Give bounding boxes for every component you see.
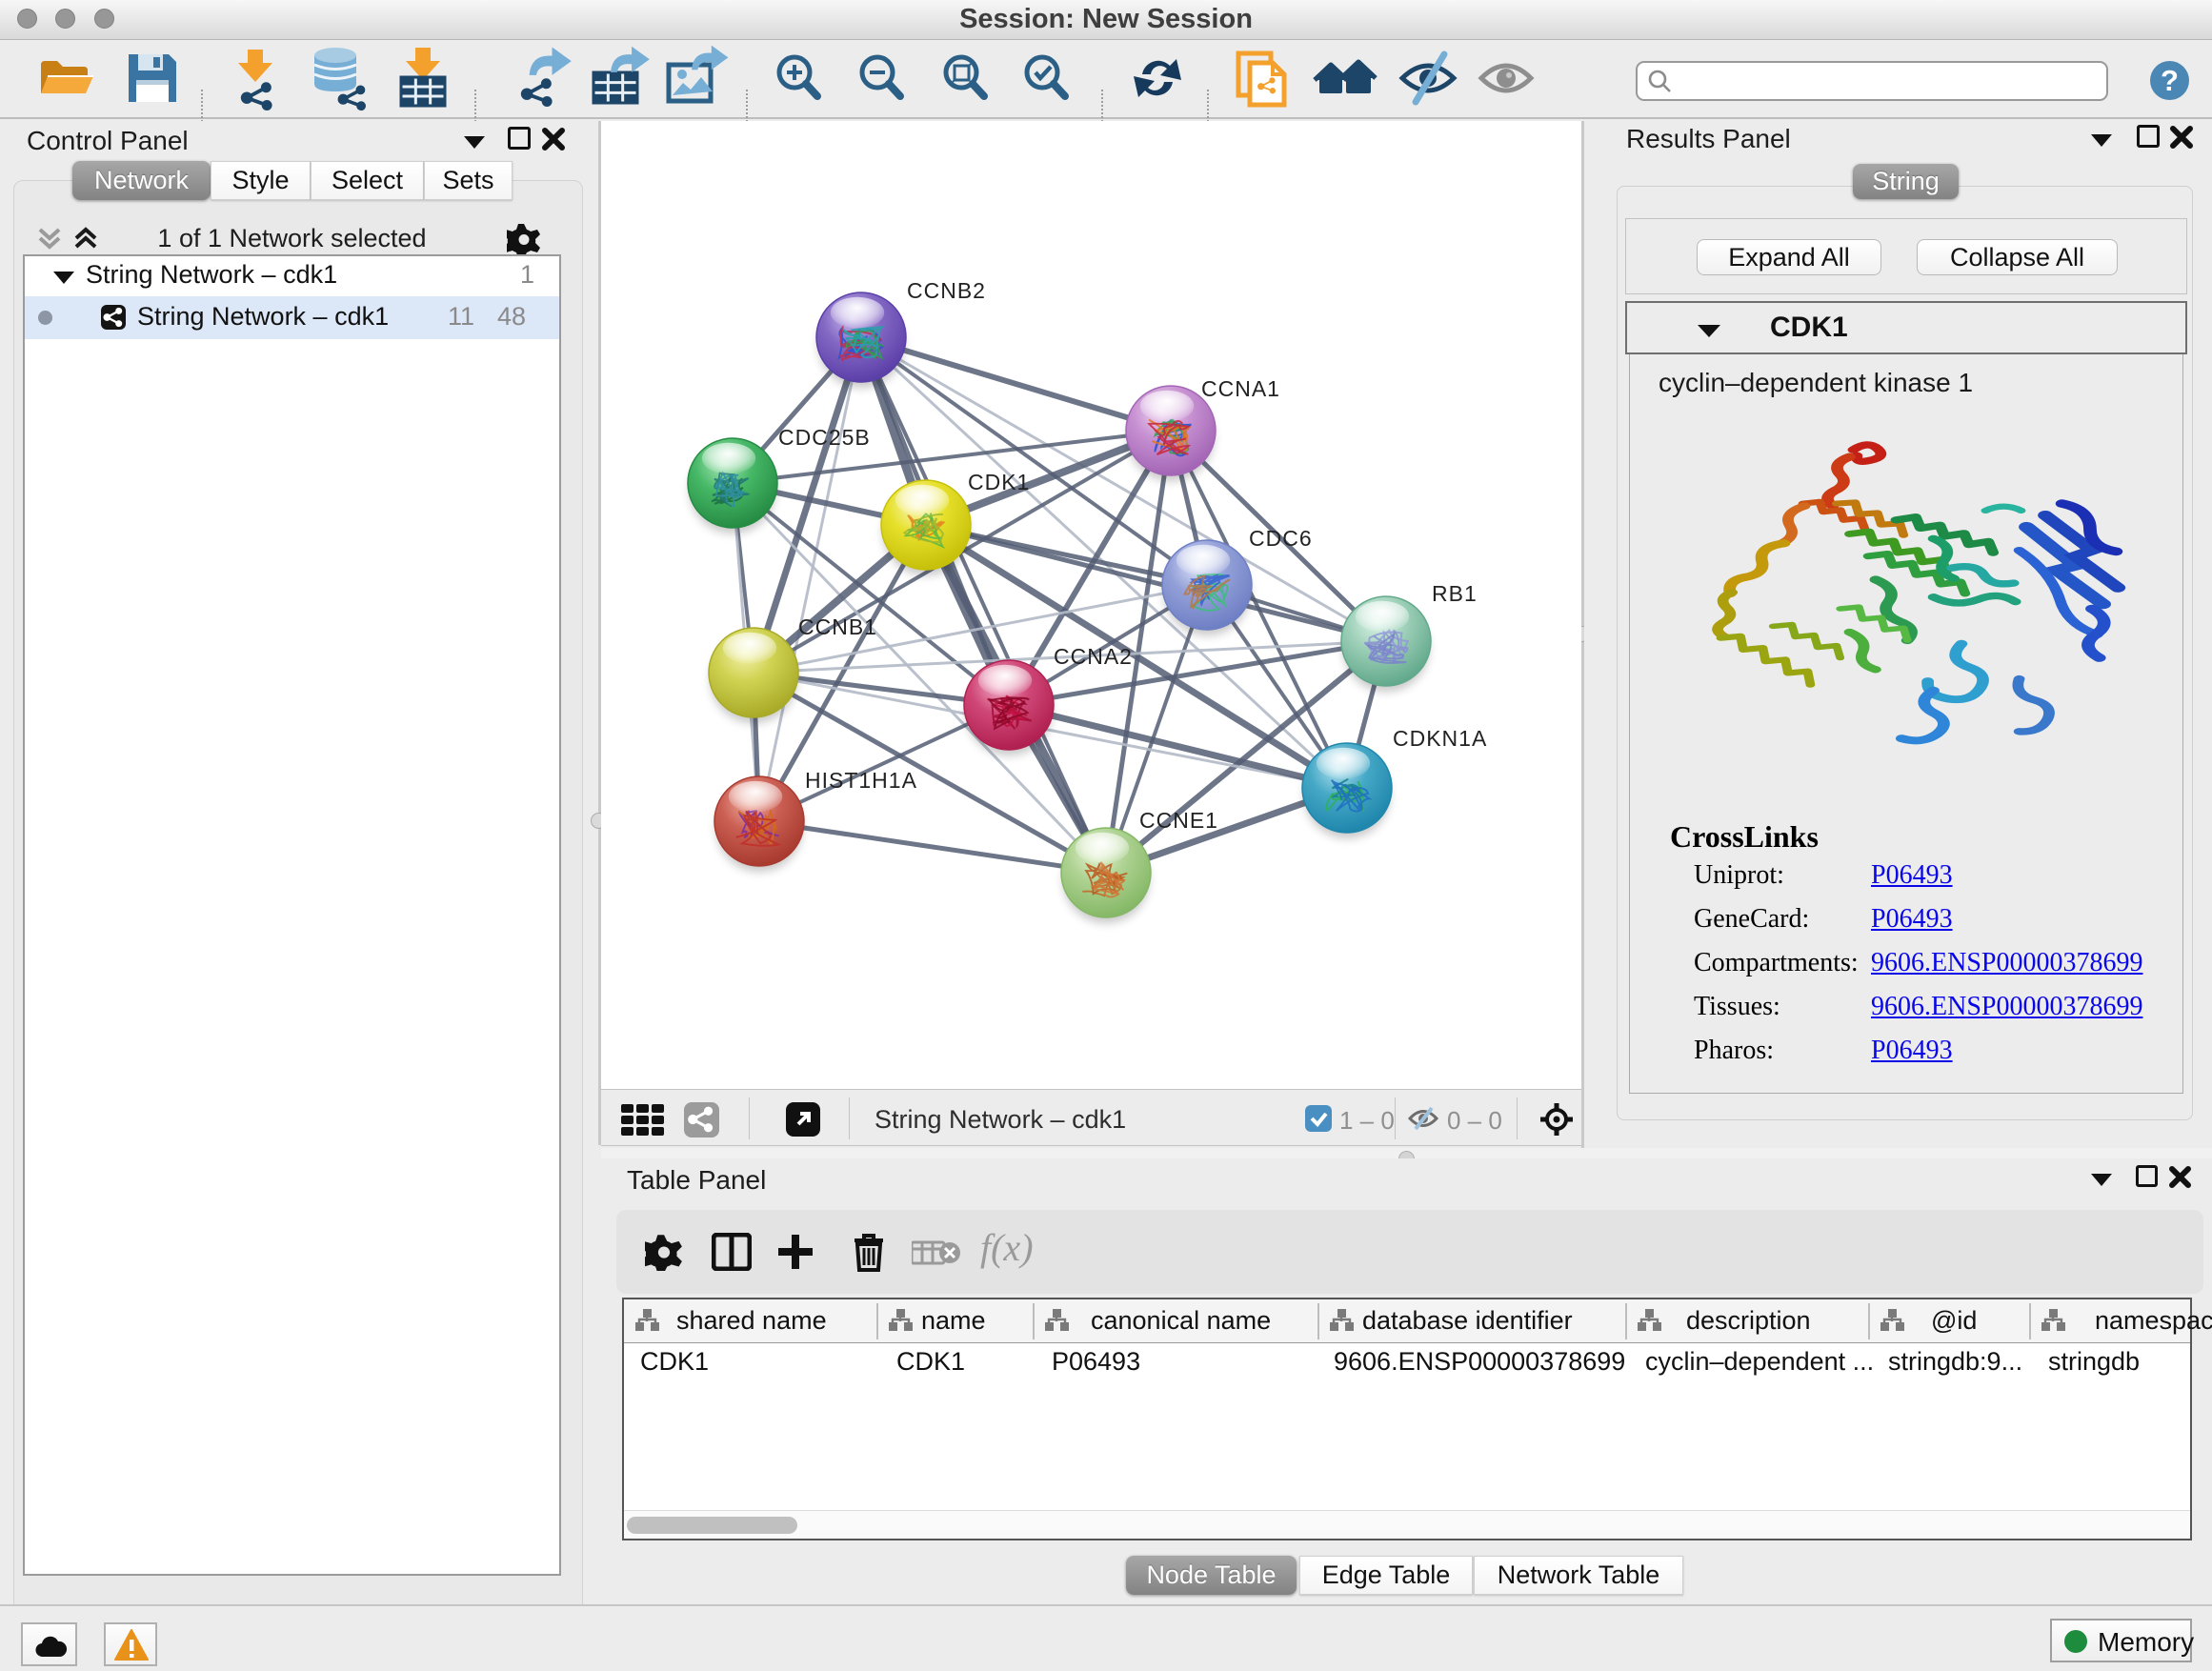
svg-text:CDC6: CDC6 [1249,526,1313,551]
svg-text:CCNB2: CCNB2 [907,278,986,303]
svg-text:CDKN1A: CDKN1A [1393,726,1487,751]
svg-text:CDK1: CDK1 [968,470,1030,494]
svg-text:CCNA1: CCNA1 [1201,376,1280,401]
svg-text:CCNA2: CCNA2 [1054,644,1133,669]
svg-text:RB1: RB1 [1432,581,1478,606]
svg-text:CCNE1: CCNE1 [1139,808,1218,833]
svg-text:CCNB1: CCNB1 [798,614,877,639]
svg-text:CDC25B: CDC25B [778,425,871,450]
svg-text:HIST1H1A: HIST1H1A [805,768,917,793]
